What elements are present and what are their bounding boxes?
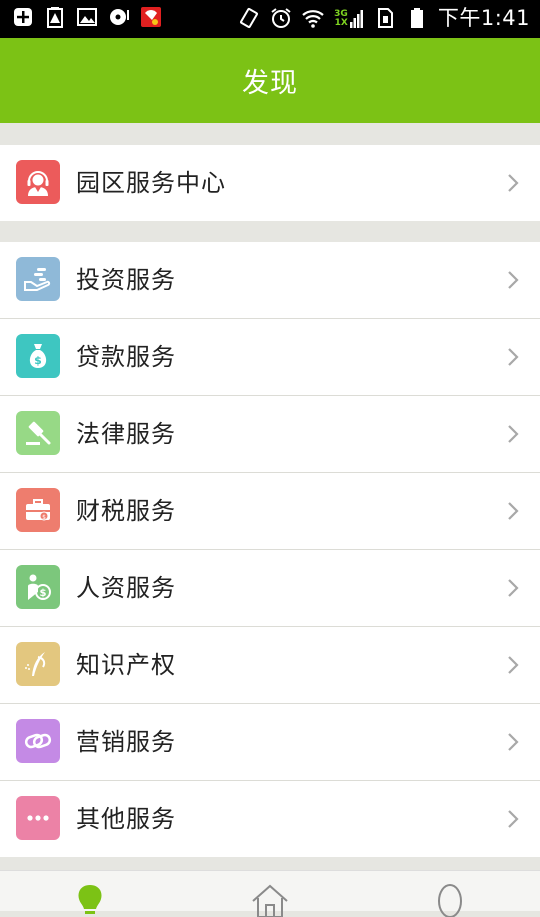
battery-alert-icon	[47, 7, 63, 28]
service-row-loan[interactable]: $ 贷款服务	[0, 318, 540, 395]
service-row-hr[interactable]: $ 人资服务	[0, 549, 540, 626]
row-label: 贷款服务	[76, 343, 176, 371]
home-icon	[252, 884, 288, 917]
row-label: 营销服务	[76, 728, 176, 756]
finance-tax-icon-box: $	[16, 488, 60, 532]
row-label: 其他服务	[76, 805, 176, 833]
tab-discover[interactable]	[68, 881, 112, 917]
wifi-icon	[302, 10, 324, 28]
chevron-right-icon	[508, 174, 519, 192]
money-bag-icon: $	[29, 344, 47, 368]
customer-service-icon	[27, 171, 49, 196]
link-loop-icon	[24, 733, 52, 749]
add-box-icon	[14, 8, 32, 26]
chevron-right-icon	[508, 810, 519, 828]
marketing-icon-box	[16, 719, 60, 763]
investment-hand-icon	[24, 268, 51, 291]
profile-icon	[438, 884, 462, 917]
loan-icon-box: $	[16, 334, 60, 378]
status-bar: 3G 1X 下午1:41	[0, 0, 540, 38]
tab-profile[interactable]	[428, 881, 472, 917]
chevron-right-icon	[508, 502, 519, 520]
service-center-row[interactable]: 园区服务中心	[0, 145, 540, 221]
svg-text:$: $	[34, 354, 42, 367]
briefcase-icon: $	[26, 499, 50, 521]
notification-icons	[12, 6, 162, 28]
service-center-icon-box	[16, 160, 60, 204]
signal-bars-icon	[349, 10, 363, 28]
ip-icon-box	[16, 642, 60, 686]
bottom-tab-bar	[0, 870, 540, 917]
network-type-label: 3G 1X	[334, 9, 348, 28]
row-label: 人资服务	[76, 574, 176, 602]
battery-icon	[410, 8, 423, 28]
service-row-ip[interactable]: 知识产权	[0, 626, 540, 703]
service-row-marketing[interactable]: 营销服务	[0, 703, 540, 780]
tab-home[interactable]	[248, 881, 292, 917]
svg-text:$: $	[40, 588, 47, 599]
row-label: 知识产权	[76, 651, 176, 679]
row-label: 园区服务中心	[76, 169, 226, 197]
more-dots-icon	[27, 815, 49, 821]
legal-icon-box	[16, 411, 60, 455]
service-row-finance-tax[interactable]: $ 财税服务	[0, 472, 540, 549]
service-row-legal[interactable]: 法律服务	[0, 395, 540, 472]
chevron-right-icon	[508, 656, 519, 674]
chevron-right-icon	[508, 271, 519, 289]
clock: 下午1:41	[437, 6, 530, 30]
hr-icon-box: $	[16, 565, 60, 609]
investment-icon-box	[16, 257, 60, 301]
vibrate-icon	[240, 7, 259, 29]
disc-icon	[110, 9, 129, 25]
svg-text:$: $	[42, 514, 46, 521]
page-title: 发现	[242, 68, 298, 99]
sim-icon	[377, 8, 393, 28]
chevron-right-icon	[508, 425, 519, 443]
service-row-other[interactable]: 其他服务	[0, 780, 540, 857]
system-icons: 3G 1X 下午1:41	[238, 4, 530, 32]
gavel-icon	[26, 421, 51, 445]
app-badge-icon	[141, 7, 161, 27]
row-label: 财税服务	[76, 497, 176, 525]
row-label: 法律服务	[76, 420, 176, 448]
row-label: 投资服务	[76, 266, 176, 294]
service-row-investment[interactable]: 投资服务	[0, 242, 540, 318]
services-section: 投资服务 $ 贷款服务 法律服务 $ 财税服务 $ 人资服务 知识产权 营销服务…	[0, 242, 540, 857]
cellular-signal: 3G 1X	[334, 8, 364, 28]
alarm-icon	[271, 8, 291, 28]
other-icon-box	[16, 796, 60, 840]
chevron-right-icon	[508, 733, 519, 751]
page-header: 发现	[0, 38, 540, 123]
chevron-right-icon	[508, 348, 519, 366]
quill-icon	[25, 652, 46, 676]
image-icon	[77, 8, 97, 26]
service-center-section: 园区服务中心	[0, 145, 540, 221]
person-coin-icon: $	[28, 574, 51, 600]
chevron-right-icon	[508, 579, 519, 597]
lightbulb-icon	[78, 885, 102, 914]
